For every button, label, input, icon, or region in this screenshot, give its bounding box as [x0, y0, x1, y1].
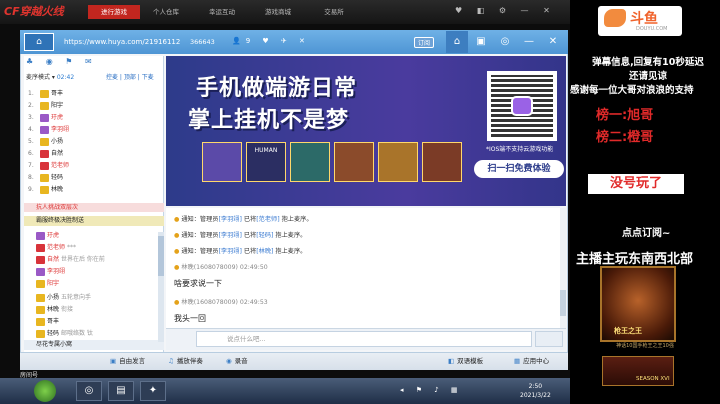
game-tab-shop[interactable]: 游戏商城 [252, 5, 304, 19]
chat-notice: ● 通知：管理员[李羽翊] 已将[范老师] 抱上麦序。 [174, 216, 313, 223]
overlay-notice: 还请见谅 [628, 71, 667, 82]
chat-meta: ● 林晚(1608078009) 02:49:50 [174, 264, 268, 271]
home-tab-icon[interactable]: ⌂ [446, 31, 468, 53]
subscribe-text: 点点订阅~ [622, 228, 671, 239]
member-row[interactable]: 范老师 *** [34, 242, 76, 253]
chat-notice: ● 通知：管理员[李羽翊] 已将[轻码] 抱上麦序。 [174, 232, 307, 239]
member-scroll-thumb[interactable] [158, 236, 164, 276]
queue-row[interactable]: 9. 林晚 [28, 184, 63, 195]
rank-second: 榜二:橙哥 [596, 130, 654, 145]
queue-row[interactable]: 5. 小扬 [28, 136, 63, 147]
game-thumbnail[interactable] [378, 142, 418, 182]
panel-tab-icons[interactable]: ♣ ◉ ⚑ ✉ [26, 57, 97, 66]
chat-message: 我头一回 [174, 314, 206, 323]
member-row[interactable]: 阳宇 [34, 278, 59, 289]
game-thumbnail[interactable] [334, 142, 374, 182]
overlay-notice: 弹幕信息,回复有10秒延迟 [592, 57, 704, 68]
ios-note: *IOS端不支持云游戏功能 [486, 146, 554, 153]
queue-row[interactable]: 3. 玗虎 [28, 112, 63, 123]
game-tab-warehouse[interactable]: 个人仓库 [140, 5, 192, 19]
status-banner: 没号玩了 [588, 174, 684, 194]
start-button-icon[interactable] [34, 380, 56, 402]
game-thumbnail[interactable] [202, 142, 242, 182]
game-thumbnail[interactable]: HUMAN [246, 142, 286, 182]
game-logo: CF穿越火线 [4, 5, 64, 18]
play-music-button[interactable]: ♫ 播放伴奏 [168, 355, 203, 365]
free-speak-button[interactable]: ▣ 自由发言 [110, 355, 145, 365]
app-logo-icon [511, 96, 533, 116]
close-icon[interactable]: ✕ [542, 31, 564, 53]
queue-row[interactable]: 4. 李羽翊 [28, 124, 69, 135]
gamepad-tab-icon[interactable]: ◎ [494, 31, 516, 53]
game-tab-exchange[interactable]: 交易所 [308, 5, 360, 19]
channel-section[interactable]: 抗人挑战双层次 [24, 203, 164, 212]
game-tab-lucky[interactable]: 幸运互动 [196, 5, 248, 19]
badge-subtitle: 神话10国手枪王之王10强 [616, 343, 674, 349]
chat-scroll-thumb[interactable] [560, 290, 566, 316]
queue-row[interactable]: 7. 范老师 [28, 160, 69, 171]
member-row[interactable]: 玗虎 [34, 230, 59, 241]
queue-row[interactable]: 1. 哥丰 [28, 88, 63, 99]
minimize-icon[interactable]: — [518, 31, 540, 53]
queue-row[interactable]: 6. 自然 [28, 148, 63, 159]
client-bottom-bar [20, 352, 568, 370]
chat-input[interactable]: 说点什么吧... [196, 331, 532, 347]
member-row[interactable]: 轻码 邮哦络数 钛 [34, 328, 93, 339]
chat-meta: ● 林晚(1608078009) 02:49:53 [174, 299, 268, 306]
title-action-icons[interactable]: 👤9 ♥ ✈ ✕ [232, 37, 310, 45]
channel-section[interactable]: 霸服终极决胜制送 [24, 216, 164, 226]
douyu-url: DOUYU.COM [636, 26, 668, 32]
picture-tab-icon[interactable]: ▣ [470, 31, 492, 53]
fish-icon [604, 9, 626, 27]
window-controls-icon[interactable]: ♥ ◧ ⚙ — ✕ [455, 6, 556, 15]
record-button[interactable]: ◉ 录音 [226, 355, 248, 365]
send-button[interactable] [535, 331, 563, 347]
game-tab-play[interactable]: 进行游戏 [88, 5, 140, 19]
home-logo-icon[interactable]: ⌂ [24, 33, 54, 51]
follow-button[interactable]: 订阅 [414, 37, 435, 48]
overlay-notice: 感谢每一位大哥对浪浪的支持 [570, 85, 694, 96]
queue-row[interactable]: 2. 阳宇 [28, 100, 63, 111]
member-row[interactable]: 哥丰 [34, 316, 59, 327]
system-tray-icons[interactable]: ◂ ⚑ ♪ ▦ [400, 386, 463, 394]
taskbar-app-icon[interactable]: ✦ [140, 381, 166, 401]
mic-mode[interactable]: 麦序模式 ▾ 02:42 [26, 72, 74, 81]
badge-title: 枪王之王 [614, 327, 642, 335]
game-thumbnail[interactable] [422, 142, 462, 182]
member-row[interactable]: 林晚 衔接 [34, 304, 73, 315]
banner-headline: 手机做端游日常 [196, 76, 358, 101]
channel-section[interactable]: 尽花专属小窝 [24, 340, 164, 350]
viewer-count: 366643 [190, 38, 215, 46]
douyu-name: 斗鱼 [630, 11, 658, 27]
rank-first: 榜一:旭哥 [596, 108, 654, 123]
queue-row[interactable]: 8. 轻码 [28, 172, 63, 183]
season-label: SEASON XVI [636, 376, 670, 382]
member-row[interactable]: 小扬 五轮意向手 [34, 292, 91, 303]
app-center-button[interactable]: ▦ 应用中心 [514, 355, 549, 365]
game-thumbnail[interactable] [290, 142, 330, 182]
scan-button[interactable]: 扫一扫免费体验 [474, 160, 564, 178]
banner-subheadline: 掌上挂机不是梦 [188, 108, 350, 133]
taskbar-app-icon[interactable]: ◎ [76, 381, 102, 401]
template-button[interactable]: ◧ 双语模板 [448, 355, 483, 365]
member-row[interactable]: 自然 世界在后 你在前 [34, 254, 105, 265]
host-info: 主播主玩东南西北部 [576, 252, 694, 267]
chat-notice: ● 通知：管理员[李羽翊] 已将[林晚] 抱上麦序。 [174, 248, 307, 255]
taskbar-clock[interactable]: 2:50 2021/3/22 [520, 382, 551, 400]
room-url: https://www.huya.com/21916112 [64, 38, 181, 46]
taskbar-app-icon[interactable]: ▤ [108, 381, 134, 401]
chat-message: 啥要求说一下 [174, 279, 222, 288]
mic-options[interactable]: 控麦 | 顶部 | 下麦 [106, 72, 154, 81]
member-row[interactable]: 李羽翊 [34, 266, 65, 277]
